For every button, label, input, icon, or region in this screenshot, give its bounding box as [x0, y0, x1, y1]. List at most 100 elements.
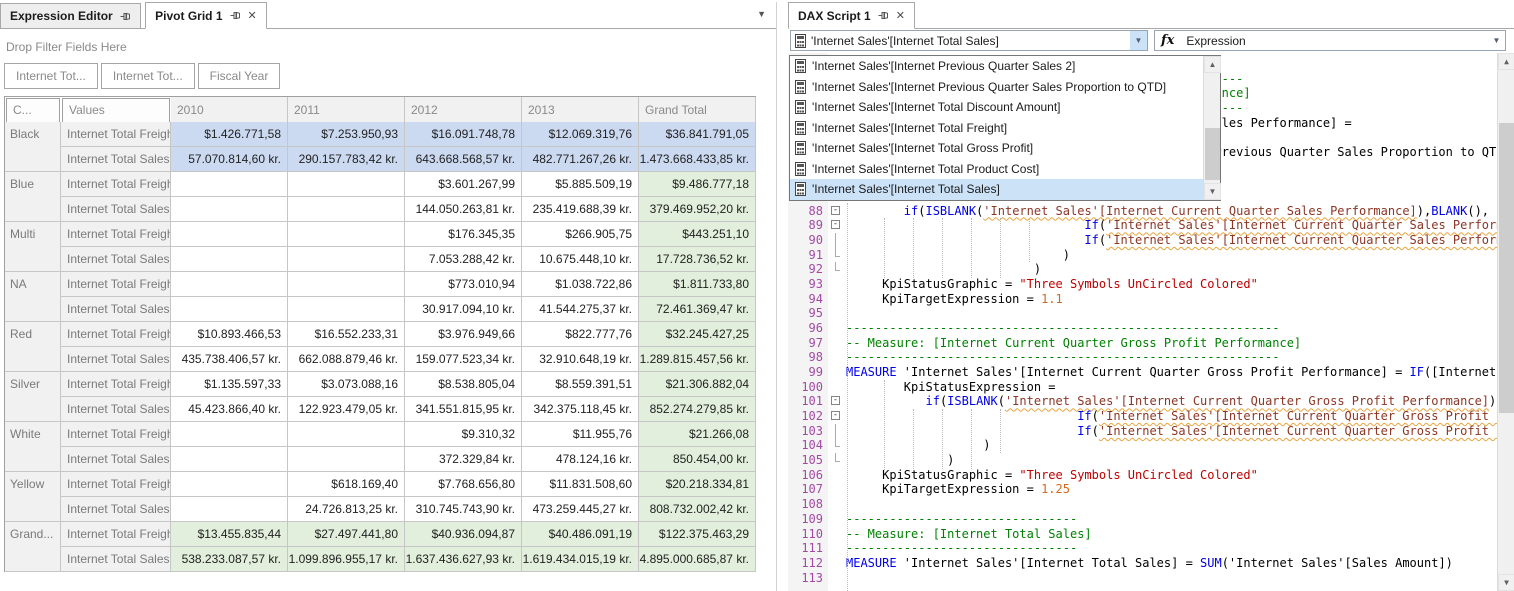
pivot-measure-cell[interactable]: Internet Total Sales: [61, 297, 171, 322]
scroll-down-arrow-icon[interactable]: ▼: [1498, 574, 1514, 591]
measure-dropdown-item[interactable]: 'Internet Sales'[Internet Total Freight]: [790, 118, 1220, 139]
tab-pivot-grid[interactable]: Pivot Grid 1 ✕: [145, 2, 267, 29]
scrollbar-thumb[interactable]: [1205, 128, 1220, 180]
pivot-column-header[interactable]: Grand Total: [639, 97, 756, 124]
pivot-value-cell[interactable]: [171, 272, 288, 297]
pivot-value-cell[interactable]: 144.050.263,81 kr.: [405, 197, 522, 222]
measure-dropdown-item[interactable]: 'Internet Sales'[Internet Total Discount…: [790, 97, 1220, 118]
pivot-value-cell[interactable]: [171, 172, 288, 197]
fold-collapse-icon[interactable]: -: [831, 206, 840, 215]
pivot-column-header[interactable]: 2010: [171, 97, 288, 124]
pivot-value-cell[interactable]: 235.419.688,39 kr.: [522, 197, 639, 222]
pivot-value-cell[interactable]: $21.266,08: [639, 422, 756, 447]
pivot-value-cell[interactable]: [288, 447, 405, 472]
drop-filter-zone[interactable]: Drop Filter Fields Here: [6, 40, 776, 54]
pivot-value-cell[interactable]: $16.552.233,31: [288, 322, 405, 347]
pivot-value-cell[interactable]: 643.668.568,57 kr.: [405, 147, 522, 172]
pivot-value-cell[interactable]: 24.726.813,25 kr.: [288, 497, 405, 522]
pivot-value-cell[interactable]: 852.274.279,85 kr.: [639, 397, 756, 422]
pivot-value-cell[interactable]: 10.675.448,10 kr.: [522, 247, 639, 272]
pivot-value-cell[interactable]: [288, 422, 405, 447]
pivot-measure-cell[interactable]: Internet Total Freight: [61, 472, 171, 497]
measure-dropdown-item[interactable]: 'Internet Sales'[Internet Previous Quart…: [790, 77, 1220, 98]
pivot-value-cell[interactable]: $1.426.771,58: [171, 122, 288, 147]
pivot-measure-cell[interactable]: Internet Total Sales: [61, 247, 171, 272]
pivot-value-cell[interactable]: $40.486.091,19: [522, 522, 639, 547]
fold-collapse-icon[interactable]: -: [831, 396, 840, 405]
pivot-measure-cell[interactable]: Internet Total Sales: [61, 547, 171, 572]
fold-collapse-icon[interactable]: -: [831, 411, 840, 420]
expression-combobox[interactable]: fx Expression ▼: [1154, 30, 1506, 51]
pivot-value-cell[interactable]: 1.473.668.433,85 kr.: [639, 147, 756, 172]
pivot-measure-cell[interactable]: Internet Total Sales: [61, 197, 171, 222]
editor-vertical-scrollbar[interactable]: ▲ ▼: [1497, 53, 1514, 591]
pivot-value-cell[interactable]: 850.454,00 kr.: [639, 447, 756, 472]
measure-dropdown-item[interactable]: 'Internet Sales'[Internet Total Sales]: [790, 179, 1220, 200]
pivot-value-cell[interactable]: 435.738.406,57 kr.: [171, 347, 288, 372]
pivot-value-cell[interactable]: 122.923.479,05 kr.: [288, 397, 405, 422]
pivot-column-header[interactable]: 2013: [522, 97, 639, 124]
pivot-value-cell[interactable]: 1.289.815.457,56 kr.: [639, 347, 756, 372]
pivot-value-cell[interactable]: $11.831.508,60: [522, 472, 639, 497]
pivot-value-cell[interactable]: 341.551.815,95 kr.: [405, 397, 522, 422]
pivot-value-cell[interactable]: $3.073.088,16: [288, 372, 405, 397]
pivot-value-cell[interactable]: 1.619.434.015,19 kr.: [522, 547, 639, 572]
pivot-value-cell[interactable]: [171, 222, 288, 247]
pivot-value-cell[interactable]: [288, 172, 405, 197]
measure-selector-combobox[interactable]: 'Internet Sales'[Internet Total Sales] ▼: [790, 30, 1148, 51]
pivot-values-header[interactable]: Values: [62, 98, 170, 125]
pivot-value-cell[interactable]: 1.099.896.955,17 kr.: [288, 547, 405, 572]
tab-expression-editor[interactable]: Expression Editor: [0, 3, 141, 29]
pivot-value-cell[interactable]: [288, 297, 405, 322]
pivot-value-cell[interactable]: $8.538.805,04: [405, 372, 522, 397]
tab-dax-script[interactable]: DAX Script 1 ✕: [788, 2, 915, 29]
pivot-value-cell[interactable]: $36.841.791,05: [639, 122, 756, 147]
close-icon[interactable]: ✕: [248, 9, 257, 22]
scroll-up-arrow-icon[interactable]: ▲: [1498, 53, 1514, 70]
pivot-measure-cell[interactable]: Internet Total Sales: [61, 347, 171, 372]
scroll-down-arrow-icon[interactable]: ▼: [1204, 183, 1221, 200]
pivot-value-cell[interactable]: 478.124,16 kr.: [522, 447, 639, 472]
pivot-value-cell[interactable]: [171, 422, 288, 447]
pivot-value-cell[interactable]: $21.306.882,04: [639, 372, 756, 397]
pin-icon[interactable]: [120, 11, 131, 22]
pivot-value-cell[interactable]: [171, 247, 288, 272]
pivot-value-cell[interactable]: 372.329,84 kr.: [405, 447, 522, 472]
pivot-color-cell[interactable]: White: [5, 422, 61, 472]
pivot-value-cell[interactable]: $3.601.267,99: [405, 172, 522, 197]
pivot-measure-cell[interactable]: Internet Total Sales: [61, 147, 171, 172]
pivot-measure-cell[interactable]: Internet Total Freight: [61, 422, 171, 447]
pivot-value-cell[interactable]: $3.976.949,66: [405, 322, 522, 347]
pivot-measure-cell[interactable]: Internet Total Freight: [61, 522, 171, 547]
pivot-measure-cell[interactable]: Internet Total Sales: [61, 497, 171, 522]
pivot-value-cell[interactable]: $618.169,40: [288, 472, 405, 497]
pivot-color-cell[interactable]: Yellow: [5, 472, 61, 522]
pivot-value-cell[interactable]: 1.637.436.627,93 kr.: [405, 547, 522, 572]
scrollbar-thumb[interactable]: [1499, 123, 1514, 413]
pivot-value-cell[interactable]: $12.069.319,76: [522, 122, 639, 147]
pivot-value-cell[interactable]: 30.917.094,10 kr.: [405, 297, 522, 322]
pivot-value-cell[interactable]: $1.038.722,86: [522, 272, 639, 297]
pivot-color-cell[interactable]: Silver: [5, 372, 61, 422]
pivot-column-header[interactable]: 2011: [288, 97, 405, 124]
pivot-value-cell[interactable]: 159.077.523,34 kr.: [405, 347, 522, 372]
pivot-value-cell[interactable]: $7.253.950,93: [288, 122, 405, 147]
pivot-value-cell[interactable]: 72.461.369,47 kr.: [639, 297, 756, 322]
close-icon[interactable]: ✕: [896, 9, 905, 22]
filter-field-button[interactable]: Internet Tot...: [101, 63, 195, 89]
pivot-value-cell[interactable]: [288, 222, 405, 247]
pivot-value-cell[interactable]: 473.259.445,27 kr.: [522, 497, 639, 522]
pivot-value-cell[interactable]: 538.233.087,57 kr.: [171, 547, 288, 572]
pivot-value-cell[interactable]: $443.251,10: [639, 222, 756, 247]
scroll-up-arrow-icon[interactable]: ▲: [1204, 56, 1221, 73]
pivot-value-cell[interactable]: 379.469.952,20 kr.: [639, 197, 756, 222]
pivot-value-cell[interactable]: $40.936.094,87: [405, 522, 522, 547]
pivot-value-cell[interactable]: [288, 197, 405, 222]
measure-dropdown-item[interactable]: 'Internet Sales'[Internet Total Product …: [790, 159, 1220, 180]
pivot-measure-cell[interactable]: Internet Total Sales: [61, 447, 171, 472]
pivot-value-cell[interactable]: $1.135.597,33: [171, 372, 288, 397]
pivot-value-cell[interactable]: [171, 447, 288, 472]
pivot-value-cell[interactable]: $5.885.509,19: [522, 172, 639, 197]
pivot-color-cell[interactable]: Red: [5, 322, 61, 372]
pivot-column-header[interactable]: 2012: [405, 97, 522, 124]
